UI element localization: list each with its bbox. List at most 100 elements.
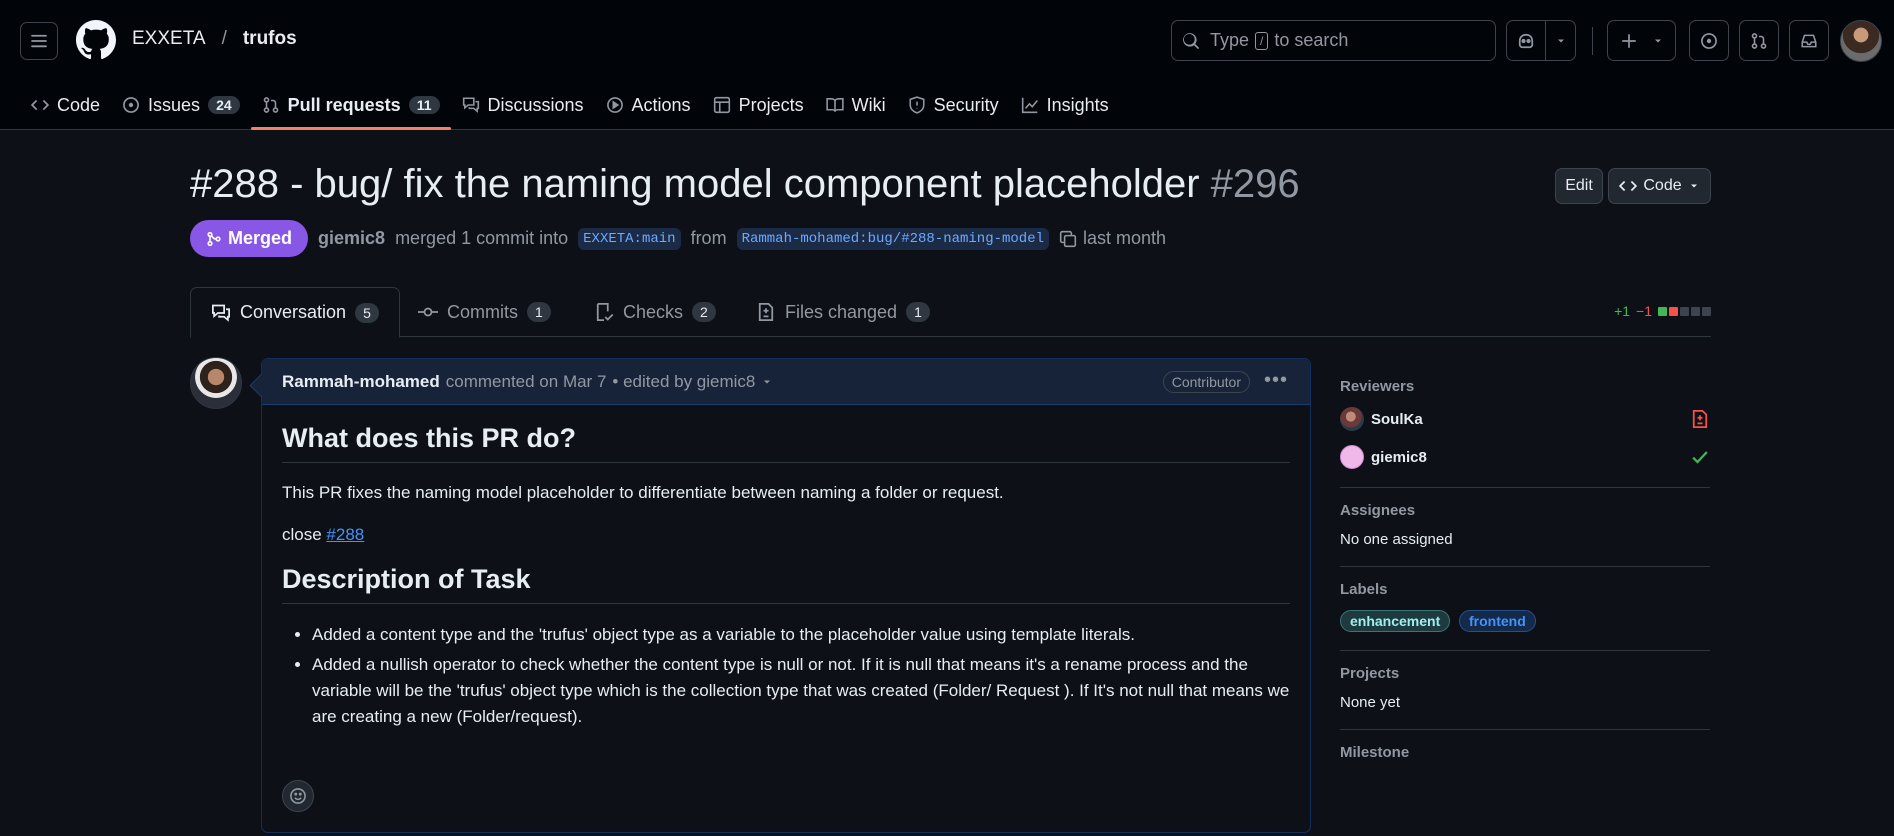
merger-link[interactable]: giemic8 — [318, 228, 385, 249]
pr-number: #296 — [1210, 162, 1300, 206]
copy-icon[interactable] — [1059, 230, 1077, 248]
tab-label: Files changed — [785, 301, 898, 322]
kebab-horizontal-icon[interactable]: ••• — [1264, 369, 1288, 392]
labels-list: enhancement frontend — [1340, 610, 1710, 632]
breadcrumb-owner-link[interactable]: EXXETA — [132, 28, 206, 50]
projects-title[interactable]: Projects — [1340, 665, 1710, 682]
comment-action: commented on Mar 7 — [445, 371, 607, 391]
pr-tabs: Conversation 5 Commits 1 Checks 2 Files … — [190, 287, 1711, 338]
code-icon — [1619, 180, 1638, 192]
inbox-button[interactable] — [1789, 20, 1829, 61]
breadcrumb-repo-link[interactable]: trufos — [243, 28, 297, 50]
label-frontend[interactable]: frontend — [1458, 610, 1536, 632]
tab-label: Security — [933, 94, 999, 115]
tab-projects[interactable]: Projects — [702, 80, 815, 130]
tab-insights[interactable]: Insights — [1010, 80, 1120, 130]
reviewer-row[interactable]: giemic8 — [1340, 445, 1710, 469]
tab-label: Wiki — [851, 94, 886, 115]
book-icon — [825, 98, 844, 112]
label-enhancement[interactable]: enhancement — [1340, 610, 1451, 632]
tab-conversation[interactable]: Conversation 5 — [190, 287, 400, 338]
search-input[interactable]: Type / to search — [1171, 20, 1496, 61]
pull-requests-button[interactable] — [1739, 20, 1779, 61]
plus-icon — [1621, 33, 1636, 48]
assignees-section: Assignees No one assigned — [1340, 502, 1710, 567]
tab-checks[interactable]: Checks 2 — [574, 287, 736, 337]
base-branch[interactable]: EXXETA:main — [578, 227, 681, 250]
pull-requests-count: 11 — [408, 96, 440, 114]
reviewers-title[interactable]: Reviewers — [1340, 378, 1710, 395]
checks-count: 2 — [692, 302, 716, 322]
pr-meta: Merged giemic8 merged 1 commit into EXXE… — [190, 220, 1166, 257]
header-divider — [1592, 27, 1593, 55]
state-badge: Merged — [190, 220, 309, 257]
reviewer-name: giemic8 — [1371, 448, 1427, 466]
repo-nav: Code Issues 24 Pull requests 11 Discussi… — [0, 80, 1120, 130]
user-avatar[interactable] — [1840, 20, 1882, 62]
comment-body: What does this PR do? This PR fixes the … — [262, 405, 1310, 752]
graph-icon — [1021, 97, 1038, 114]
tab-pull-requests[interactable]: Pull requests 11 — [250, 80, 451, 130]
issue-icon — [123, 97, 139, 113]
issue-link[interactable]: #288 — [326, 525, 364, 544]
github-logo-icon[interactable] — [76, 20, 116, 60]
global-header: EXXETA / trufos Type / to search Code Is… — [0, 0, 1894, 130]
tab-code[interactable]: Code — [20, 80, 111, 130]
create-new-button[interactable] — [1607, 20, 1676, 61]
copilot-dropdown-button[interactable] — [1545, 20, 1576, 61]
tab-discussions[interactable]: Discussions — [451, 80, 595, 130]
smiley-icon — [290, 788, 306, 804]
page-title: #288 - bug/ fix the naming model compone… — [190, 162, 1300, 207]
issues-button[interactable] — [1689, 20, 1729, 61]
milestone-title[interactable]: Milestone — [1340, 744, 1710, 761]
assignees-value: No one assigned — [1340, 531, 1453, 548]
avatar — [1340, 445, 1364, 469]
labels-title[interactable]: Labels — [1340, 581, 1710, 598]
paragraph-summary: This PR fixes the naming model placehold… — [282, 483, 1004, 502]
triangle-down-icon — [1557, 39, 1564, 42]
menu-button[interactable] — [20, 22, 58, 60]
add-reaction-button[interactable] — [282, 780, 314, 812]
list-item: Added a nullish operator to check whethe… — [312, 652, 1290, 730]
assignees-title[interactable]: Assignees — [1340, 502, 1710, 519]
reviewer-row[interactable]: SoulKa — [1340, 407, 1710, 431]
breadcrumb: EXXETA / trufos — [132, 28, 297, 50]
reviewer-name: SoulKa — [1371, 410, 1423, 428]
file-diff-icon — [1692, 410, 1708, 428]
issues-count: 24 — [208, 96, 240, 114]
search-prefix: Type — [1210, 30, 1250, 50]
tab-security[interactable]: Security — [897, 80, 1010, 130]
tab-actions[interactable]: Actions — [595, 80, 702, 130]
paragraph-close: close #288 — [282, 523, 1290, 548]
tab-commits[interactable]: Commits 1 — [398, 287, 571, 337]
tab-wiki[interactable]: Wiki — [815, 80, 897, 130]
comment-author-link[interactable]: Rammah-mohamed — [282, 372, 440, 392]
task-list: Added a content type and the 'trufus' ob… — [282, 622, 1290, 730]
checklist-icon — [596, 303, 614, 321]
milestone-section: Milestone — [1340, 744, 1710, 761]
tab-issues[interactable]: Issues 24 — [111, 80, 251, 130]
code-icon — [31, 99, 49, 111]
code-dropdown-button[interactable]: Code — [1608, 168, 1711, 204]
pr-description-comment: Rammah-mohamed commented on Mar 7 • edit… — [261, 358, 1311, 833]
conversation-count: 5 — [355, 302, 379, 323]
tab-label: Code — [57, 94, 101, 115]
edit-title-button[interactable]: Edit — [1555, 168, 1603, 204]
heading-what-does-pr-do: What does this PR do? — [282, 423, 1290, 463]
search-shortcut-key: / — [1255, 31, 1269, 50]
author-avatar[interactable] — [190, 357, 242, 409]
tab-files-changed[interactable]: Files changed 1 — [736, 287, 950, 337]
code-label: Code — [1643, 177, 1682, 194]
edited-by[interactable]: • edited by giemic8 — [612, 372, 755, 392]
play-icon — [606, 97, 623, 113]
git-merge-icon — [207, 231, 221, 246]
pull-request-icon — [1751, 32, 1767, 49]
tab-label: Actions — [631, 94, 691, 115]
head-branch[interactable]: Rammah-mohamed:bug/#288-naming-model — [736, 227, 1050, 250]
tab-label: Insights — [1046, 94, 1109, 115]
search-icon — [1183, 32, 1199, 49]
commits-count: 1 — [527, 302, 551, 322]
triangle-down-icon[interactable] — [761, 376, 773, 388]
tab-label: Pull requests — [287, 94, 401, 115]
copilot-button[interactable] — [1506, 20, 1546, 61]
